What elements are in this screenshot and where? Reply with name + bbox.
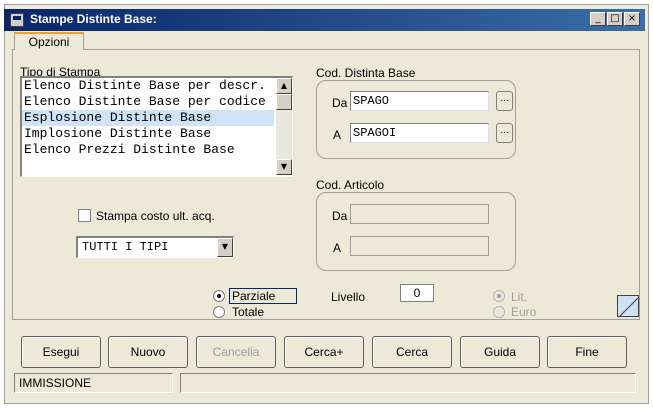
totale-radio[interactable] bbox=[213, 306, 225, 318]
guida-button[interactable]: Guida bbox=[460, 336, 540, 368]
list-item-selected[interactable]: Esplosione Distinte Base bbox=[22, 110, 274, 126]
cerca-plus-button[interactable]: Cerca+ bbox=[284, 336, 364, 368]
tab-opzioni[interactable]: Opzioni bbox=[14, 32, 84, 50]
articolo-a-field[interactable] bbox=[350, 236, 489, 256]
status-mode: IMMISSIONE bbox=[14, 373, 173, 393]
list-item[interactable]: Elenco Distinte Base per descr. bbox=[22, 78, 274, 94]
vertical-scrollbar[interactable]: ▲ ▼ bbox=[276, 78, 292, 175]
tipi-combo-value: TUTTI I TIPI bbox=[82, 240, 169, 254]
tipi-combo[interactable]: TUTTI I TIPI ▼ bbox=[76, 236, 234, 258]
scroll-thumb[interactable] bbox=[276, 94, 292, 110]
maximize-button[interactable]: □ bbox=[607, 12, 623, 26]
scroll-up-icon[interactable]: ▲ bbox=[276, 78, 292, 94]
lit-radio[interactable] bbox=[493, 290, 505, 302]
parziale-radio[interactable] bbox=[213, 290, 225, 302]
cod-articolo-label: Cod. Articolo bbox=[316, 178, 385, 192]
distinta-a-label: A bbox=[333, 128, 342, 142]
list-item[interactable]: Elenco Distinte Base per codice bbox=[22, 94, 274, 110]
articolo-da-label: Da bbox=[332, 209, 348, 223]
distinta-a-lookup-button[interactable]: ... bbox=[496, 123, 513, 143]
distinta-da-label: Da bbox=[332, 96, 348, 110]
distinta-da-lookup-button[interactable]: ... bbox=[496, 91, 513, 111]
cerca-button[interactable]: Cerca bbox=[372, 336, 452, 368]
livello-field[interactable]: 0 bbox=[400, 284, 434, 302]
chevron-down-icon[interactable]: ▼ bbox=[217, 238, 233, 257]
scroll-down-icon[interactable]: ▼ bbox=[276, 159, 292, 175]
stampa-costo-checkbox[interactable] bbox=[78, 209, 91, 222]
esegui-button[interactable]: Esegui bbox=[21, 336, 101, 368]
corner-diagonal-icon[interactable] bbox=[617, 295, 639, 317]
nuovo-button[interactable]: Nuovo bbox=[108, 336, 188, 368]
euro-label: Euro bbox=[511, 305, 537, 319]
totale-label: Totale bbox=[232, 305, 265, 319]
close-button[interactable]: × bbox=[624, 12, 640, 26]
fine-button[interactable]: Fine bbox=[547, 336, 627, 368]
livello-label: Livello bbox=[331, 290, 366, 304]
window-title: Stampe Distinte Base: bbox=[30, 12, 157, 26]
cancella-button[interactable]: Cancella bbox=[196, 336, 276, 368]
list-item[interactable]: Elenco Prezzi Distinte Base bbox=[22, 142, 274, 158]
stampa-costo-label: Stampa costo ult. acq. bbox=[96, 209, 215, 223]
articolo-da-field[interactable] bbox=[350, 204, 489, 224]
articolo-a-label: A bbox=[333, 241, 342, 255]
parziale-label: Parziale bbox=[229, 288, 297, 304]
lit-label: Lit. bbox=[511, 290, 528, 304]
minimize-button[interactable]: _ bbox=[590, 12, 606, 26]
title-bar[interactable]: Stampe Distinte Base: _ □ × bbox=[4, 9, 645, 31]
cod-distinta-base-label: Cod. Distinta Base bbox=[316, 66, 416, 80]
distinta-a-field[interactable]: SPAGOI bbox=[350, 123, 489, 143]
distinta-da-field[interactable]: SPAGO bbox=[350, 91, 489, 111]
list-item[interactable]: Implosione Distinte Base bbox=[22, 126, 274, 142]
app-icon bbox=[10, 13, 24, 27]
euro-radio[interactable] bbox=[493, 306, 505, 318]
tipo-stampa-listbox[interactable]: Elenco Distinte Base per descr. Elenco D… bbox=[20, 76, 293, 177]
status-message bbox=[180, 373, 636, 393]
